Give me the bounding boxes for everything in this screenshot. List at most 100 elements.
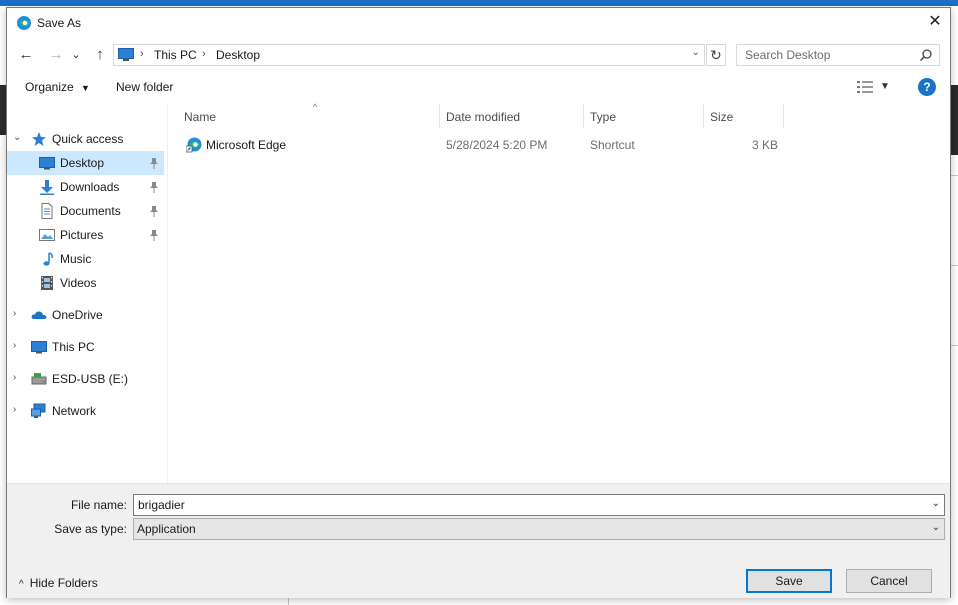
navigation-bar: ← → ⌄ ↑ › This PC › Desktop ⌄ ↻ — [7, 38, 950, 72]
background-divider — [288, 598, 289, 605]
pin-icon[interactable] — [149, 205, 159, 217]
this-pc-icon — [118, 48, 134, 61]
desktop-icon — [39, 157, 55, 170]
chevron-down-icon[interactable]: ⌄ — [932, 522, 940, 533]
background-panel-right — [950, 85, 958, 155]
sidebar-item-label: ESD-USB (E:) — [52, 372, 129, 386]
sidebar-item-label: Network — [52, 404, 97, 418]
sidebar-item-downloads[interactable]: Downloads — [7, 175, 164, 199]
save-as-type-value: Application — [137, 522, 196, 536]
address-dropdown-chevron-icon[interactable]: ⌄ — [692, 47, 700, 58]
pictures-icon — [39, 229, 55, 241]
cancel-button[interactable]: Cancel — [846, 569, 932, 593]
save-as-type-select[interactable]: Application ⌄ — [133, 518, 945, 540]
column-header-label: Date modified — [446, 110, 521, 124]
column-header-label: Size — [710, 110, 734, 124]
sidebar-item-network[interactable]: › Network — [7, 399, 164, 423]
background-app-bottom — [0, 598, 958, 605]
star-icon — [32, 132, 46, 146]
film-icon — [41, 276, 53, 290]
sidebar-item-quick-access[interactable]: ⌄ Quick access — [7, 127, 164, 151]
help-icon[interactable]: ? — [918, 78, 936, 96]
sidebar-item-documents[interactable]: Documents — [7, 199, 164, 223]
file-list: Name ^ Date modified Type Size Microsoft… — [168, 102, 950, 484]
view-dropdown-chevron-icon[interactable]: ▼ — [880, 81, 890, 92]
command-bar: Organize ▼ New folder ▼ ? — [7, 74, 950, 102]
table-row[interactable]: Microsoft Edge 5/28/2024 5:20 PM Shortcu… — [168, 134, 788, 156]
file-size: 3 KB — [752, 138, 779, 152]
save-as-type-label: Save as type: — [54, 522, 127, 536]
column-header-type[interactable]: Type — [584, 104, 704, 128]
pin-icon[interactable] — [149, 181, 159, 193]
navigation-pane: ⌄ Quick access Desktop Downloads Documen… — [7, 104, 168, 484]
sidebar-item-music[interactable]: Music — [7, 247, 164, 271]
breadcrumb-separator: › — [202, 48, 206, 60]
sidebar-item-label: Documents — [60, 204, 121, 218]
column-header-label: Type — [590, 110, 617, 124]
save-as-dialog: Save As ✕ ← → ⌄ ↑ › This PC › Desktop ⌄ … — [6, 7, 951, 598]
organize-button[interactable]: Organize ▼ — [25, 80, 90, 94]
sidebar-item-label: This PC — [52, 340, 95, 354]
forward-button[interactable]: → — [45, 44, 67, 66]
new-folder-button[interactable]: New folder — [116, 80, 173, 94]
edge-icon — [17, 16, 31, 30]
column-header-name[interactable]: Name ^ — [178, 102, 440, 128]
hide-folders-label: Hide Folders — [29, 576, 98, 590]
window-title: Save As — [37, 16, 82, 30]
search-input[interactable] — [737, 45, 925, 65]
usb-drive-icon — [31, 373, 47, 385]
background-divider — [950, 265, 958, 266]
refresh-button[interactable]: ↻ — [706, 44, 726, 66]
sidebar-item-onedrive[interactable]: › OneDrive — [7, 303, 164, 327]
column-header-date-modified[interactable]: Date modified — [440, 104, 584, 128]
download-arrow-icon — [40, 180, 54, 195]
sidebar-item-pictures[interactable]: Pictures — [7, 223, 164, 247]
sidebar-item-esd-usb[interactable]: › ESD-USB (E:) — [7, 367, 164, 391]
breadcrumb-desktop[interactable]: Desktop — [216, 48, 260, 62]
file-name-combobox[interactable]: ⌄ — [133, 494, 945, 516]
computer-icon — [31, 341, 47, 354]
music-note-icon — [43, 252, 53, 266]
chevron-down-icon[interactable]: ⌄ — [932, 498, 940, 509]
sidebar-item-label: OneDrive — [52, 308, 103, 322]
search-box[interactable] — [736, 44, 940, 66]
file-name-label: File name: — [70, 498, 127, 512]
column-header-size[interactable]: Size — [704, 104, 784, 128]
sidebar-item-desktop[interactable]: Desktop — [7, 151, 164, 175]
sidebar-item-label: Desktop — [60, 156, 105, 170]
sidebar-item-this-pc[interactable]: › This PC — [7, 335, 164, 359]
expanded-chevron-icon[interactable]: ⌄ — [13, 132, 21, 143]
sort-ascending-icon: ^ — [313, 102, 318, 112]
back-button[interactable]: ← — [15, 44, 37, 66]
expand-chevron-icon[interactable]: › — [13, 372, 16, 383]
expand-chevron-icon[interactable]: › — [13, 404, 16, 415]
expand-chevron-icon[interactable]: › — [13, 340, 16, 351]
sidebar-item-label: Downloads — [60, 180, 120, 194]
edge-shortcut-icon — [186, 137, 202, 153]
save-form: File name: ⌄ Save as type: Application ⌄… — [7, 483, 950, 598]
sidebar-item-videos[interactable]: Videos — [7, 271, 164, 295]
background-divider — [950, 175, 958, 176]
sidebar-item-label: Videos — [60, 276, 97, 290]
expand-chevron-icon[interactable]: › — [13, 308, 16, 319]
document-icon — [41, 203, 53, 219]
address-bar[interactable]: › This PC › Desktop ⌄ — [113, 44, 705, 66]
sidebar-item-label: Pictures — [60, 228, 104, 242]
file-date-modified: 5/28/2024 5:20 PM — [446, 138, 548, 152]
background-divider — [950, 345, 958, 346]
pin-icon[interactable] — [149, 229, 159, 241]
up-button[interactable]: ↑ — [89, 44, 111, 66]
background-app-titlebar — [0, 0, 958, 6]
file-type: Shortcut — [590, 138, 635, 152]
recent-locations-chevron-icon[interactable]: ⌄ — [69, 44, 83, 66]
hide-folders-button[interactable]: ^ Hide Folders — [19, 576, 98, 590]
breadcrumb-separator: › — [140, 48, 144, 60]
chevron-up-icon: ^ — [19, 579, 24, 590]
view-options-icon[interactable] — [857, 81, 873, 93]
pin-icon[interactable] — [149, 157, 159, 169]
close-button[interactable]: ✕ — [920, 8, 950, 36]
save-button[interactable]: Save — [746, 569, 832, 593]
file-name: Microsoft Edge — [206, 138, 287, 152]
file-name-input[interactable] — [134, 495, 928, 515]
breadcrumb-this-pc[interactable]: This PC — [154, 48, 197, 62]
